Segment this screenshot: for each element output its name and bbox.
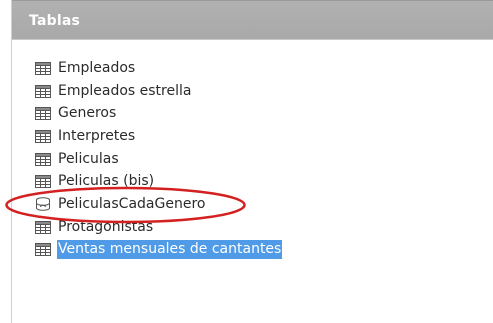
table-item-label: Generos [58,105,117,122]
table-item-interpretes[interactable]: Interpretes [35,125,475,148]
table-item-label: Interpretes [58,127,136,144]
query-item-peliculascadagenero[interactable]: PeliculasCadaGenero [35,193,475,216]
table-item-peliculas-bis[interactable]: Peliculas (bis) [35,170,475,193]
table-list: Empleados Empleados estrella Generos Int… [35,57,475,261]
query-icon [35,197,51,212]
table-item-ventas-mensuales[interactable]: Ventas mensuales de cantantes [35,239,475,262]
table-item-generos[interactable]: Generos [35,102,475,125]
table-item-label: Peliculas (bis) [58,173,155,190]
panel-header: Tablas [12,0,493,40]
table-icon [35,107,51,121]
table-icon [35,243,51,257]
table-item-empleados[interactable]: Empleados [35,57,475,80]
table-item-label: Empleados estrella [58,82,192,99]
window: Tablas Empleados Empleados estrella Gene… [0,0,493,323]
table-icon [35,175,51,189]
table-item-label: Peliculas [58,150,119,167]
table-item-label: Protagonistas [58,218,154,235]
table-item-label: Ventas mensuales de cantantes [57,240,283,260]
table-icon [35,152,51,166]
table-item-protagonistas[interactable]: Protagonistas [35,216,475,239]
table-item-peliculas[interactable]: Peliculas [35,148,475,171]
table-icon [35,84,51,98]
table-item-empleados-estrella[interactable]: Empleados estrella [35,80,475,103]
table-icon [35,61,51,75]
table-item-label: PeliculasCadaGenero [58,195,206,212]
table-icon [35,129,51,143]
table-icon [35,220,51,234]
panel-title: Tablas [29,13,80,29]
table-item-label: Empleados [58,59,136,76]
